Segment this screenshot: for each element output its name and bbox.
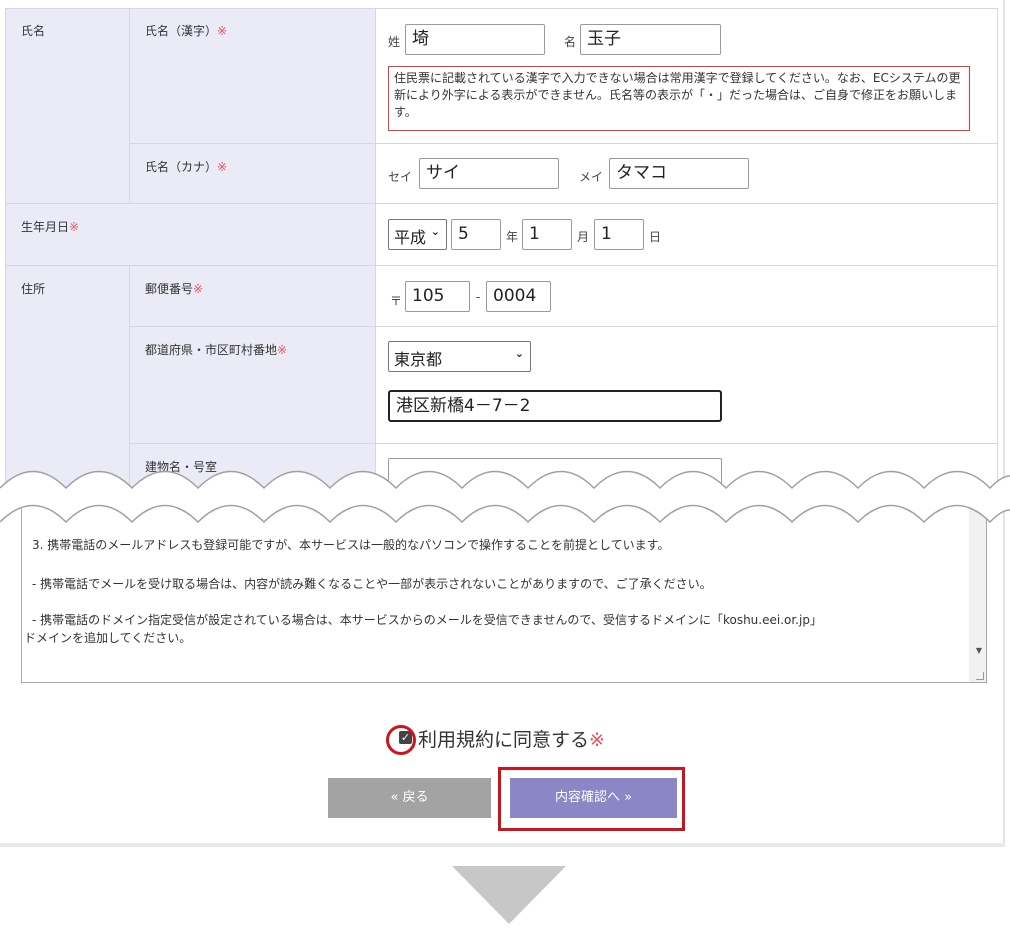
wavy-break-divider <box>0 470 1010 524</box>
terms-line: - 携帯電話のドメイン指定受信が設定されている場合は、本サービスからのメールを受… <box>32 613 822 627</box>
grid-line <box>5 8 6 500</box>
era-select[interactable]: 平成 ⌄ <box>388 219 447 250</box>
postal-mark: 〒 <box>390 294 403 308</box>
prefecture-select[interactable]: 東京都 ⌄ <box>388 341 531 372</box>
panel-bottom-edge <box>0 843 1005 847</box>
agree-label-text: 利用規約に同意する <box>418 729 590 751</box>
required-mark: ※ <box>69 220 80 234</box>
postal-label-text: 郵便番号 <box>145 282 194 296</box>
sei-label: 姓 <box>388 35 401 49</box>
mei-kanji-input[interactable]: 玉子 <box>580 24 721 55</box>
resize-handle-icon[interactable] <box>976 672 984 680</box>
kana-label: 氏名（カナ）※ <box>145 158 227 175</box>
required-mark: ※ <box>217 160 228 174</box>
postal-label: 郵便番号※ <box>145 280 203 297</box>
grid-line <box>997 8 998 500</box>
chevron-down-icon: ⌄ <box>514 347 524 360</box>
year-label: 年 <box>506 230 519 244</box>
address-label: 住所 <box>21 282 46 296</box>
down-arrow-icon <box>452 866 566 924</box>
month-label: 月 <box>577 230 590 244</box>
agree-label[interactable]: 利用規約に同意する※ <box>418 725 605 752</box>
prefecture-label-text: 都道府県・市区町村番地 <box>145 343 278 357</box>
required-mark: ※ <box>193 282 204 296</box>
name-label: 氏名 <box>21 24 46 38</box>
highlight-box <box>498 767 685 831</box>
grid-line <box>5 203 998 204</box>
scroll-down-icon[interactable]: ▼ <box>976 646 982 655</box>
mei-kana-label: メイ <box>579 170 604 184</box>
era-value: 平成 <box>394 228 427 247</box>
postal-dash: - <box>476 290 481 304</box>
birth-day-input[interactable]: 1 <box>594 219 644 250</box>
required-mark: ※ <box>277 343 288 357</box>
sei-kana-label: セイ <box>388 170 413 184</box>
mei-kana-input[interactable]: タマコ <box>609 158 749 189</box>
sei-kanji-input[interactable]: 埼 <box>405 24 545 55</box>
chevron-down-icon: ⌄ <box>430 225 440 238</box>
terms-line: - 携帯電話でメールを受け取る場合は、内容が読み難くなることや一部が表示されない… <box>32 577 712 591</box>
wave-fill <box>0 471 1010 522</box>
terms-line: ドメインを追加してください。 <box>24 631 192 645</box>
birth-label: 生年月日※ <box>21 218 79 235</box>
prefecture-label: 都道府県・市区町村番地※ <box>145 341 287 358</box>
grid-line <box>5 8 998 9</box>
grid-line <box>129 443 998 444</box>
birth-month-input[interactable]: 1 <box>522 219 572 250</box>
postal-second-input[interactable]: 0004 <box>486 281 551 312</box>
grid-line <box>129 143 998 144</box>
kanji-notice: 住民票に記載されている漢字で入力できない場合は常用漢字で登録してください。なお、… <box>388 66 970 131</box>
prefecture-value: 東京都 <box>394 350 443 369</box>
terms-line: 3. 携帯電話のメールアドレスも登録可能ですが、本サービスは一般的なパソコンで操… <box>32 538 670 552</box>
kanji-label: 氏名（漢字）※ <box>145 22 227 39</box>
sei-kana-input[interactable]: サイ <box>419 158 559 189</box>
mei-label: 名 <box>564 35 577 49</box>
day-label: 日 <box>649 230 662 244</box>
highlight-circle <box>386 725 416 755</box>
kanji-label-text: 氏名（漢字） <box>145 24 218 38</box>
page-border <box>1003 0 1005 845</box>
street-address-input[interactable]: 港区新橋4－7－2 <box>388 390 722 422</box>
required-mark: ※ <box>217 24 228 38</box>
birth-year-input[interactable]: 5 <box>451 219 501 250</box>
grid-line <box>129 326 998 327</box>
registration-form-screen: 氏名 氏名（漢字）※ 姓 埼 名 玉子 住民票に記載されている漢字で入力できない… <box>0 0 1010 944</box>
birth-label-text: 生年月日 <box>21 220 70 234</box>
grid-line <box>129 8 130 203</box>
postal-first-input[interactable]: 105 <box>405 281 470 312</box>
grid-line <box>5 265 998 266</box>
kana-label-text: 氏名（カナ） <box>145 160 218 174</box>
back-button[interactable]: « 戻る <box>328 778 491 818</box>
required-mark: ※ <box>589 729 605 751</box>
grid-line <box>375 8 376 500</box>
